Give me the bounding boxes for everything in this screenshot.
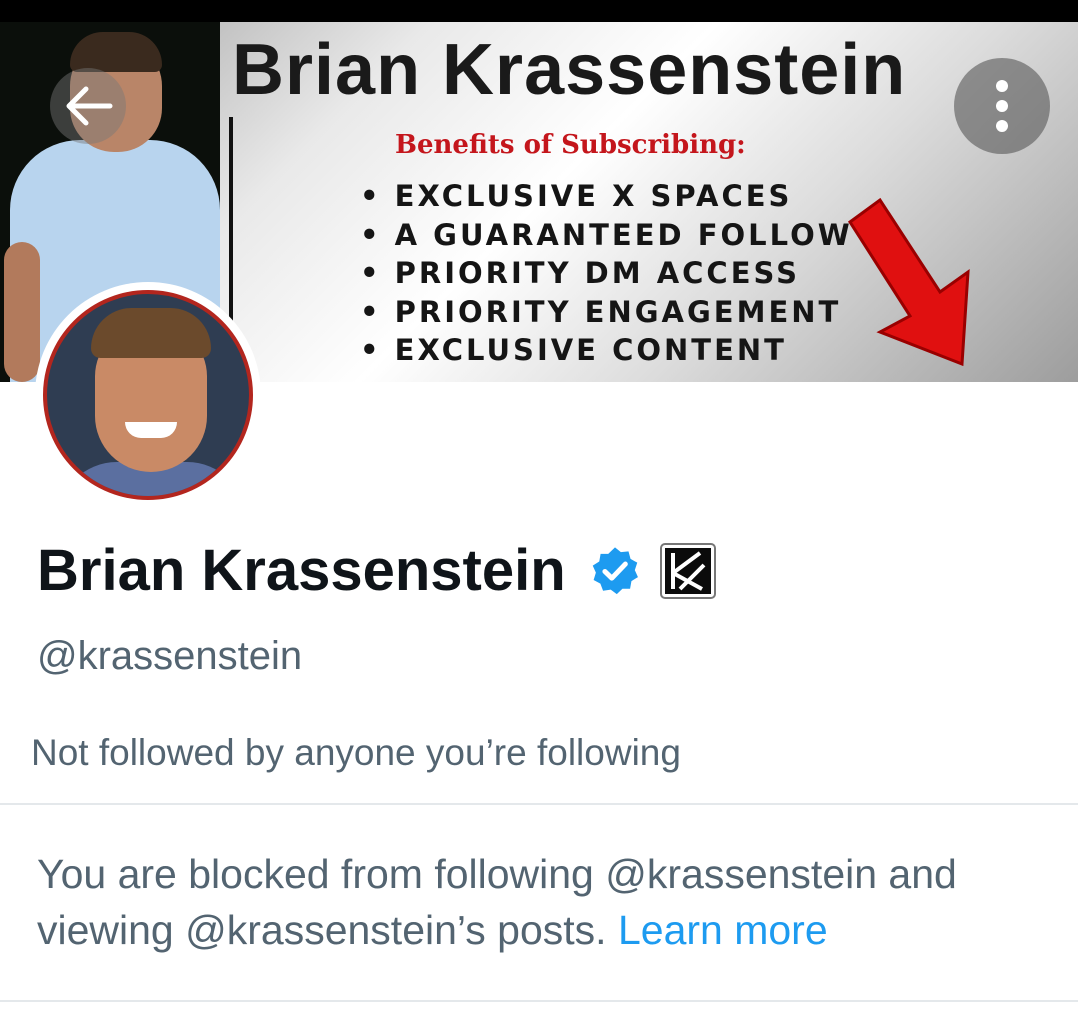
avatar[interactable]	[43, 290, 253, 500]
followers-you-know-note: Not followed by anyone you’re following	[31, 732, 681, 773]
benefit-item: EXCLUSIVE X SPACES	[360, 177, 853, 216]
benefit-item: EXCLUSIVE CONTENT	[360, 331, 853, 370]
benefits-list: EXCLUSIVE X SPACES A GUARANTEED FOLLOW P…	[360, 177, 853, 370]
benefit-item: PRIORITY ENGAGEMENT	[360, 293, 853, 332]
section-divider	[0, 1000, 1078, 1002]
verified-badge-icon[interactable]	[588, 544, 642, 598]
display-name: Brian Krassenstein	[37, 538, 566, 603]
status-bar	[0, 0, 1078, 22]
blocked-notice: You are blocked from following @krassens…	[37, 846, 1047, 958]
user-handle: @krassenstein	[37, 634, 303, 678]
affiliate-logo-icon[interactable]	[659, 543, 716, 600]
red-arrow-icon	[847, 197, 970, 367]
learn-more-link[interactable]: Learn more	[618, 907, 828, 953]
vertical-ellipsis-icon	[996, 80, 1008, 132]
arrow-left-icon	[66, 86, 113, 126]
more-options-button[interactable]	[954, 58, 1050, 154]
back-button[interactable]	[50, 68, 126, 144]
banner-subtitle: Benefits of Subscribing:	[395, 130, 746, 160]
benefit-item: A GUARANTEED FOLLOW	[360, 216, 853, 255]
banner-title: Brian Krassenstein	[232, 30, 907, 110]
name-row: Brian Krassenstein	[37, 538, 716, 605]
section-divider	[0, 803, 1078, 805]
benefit-item: PRIORITY DM ACCESS	[360, 254, 853, 293]
